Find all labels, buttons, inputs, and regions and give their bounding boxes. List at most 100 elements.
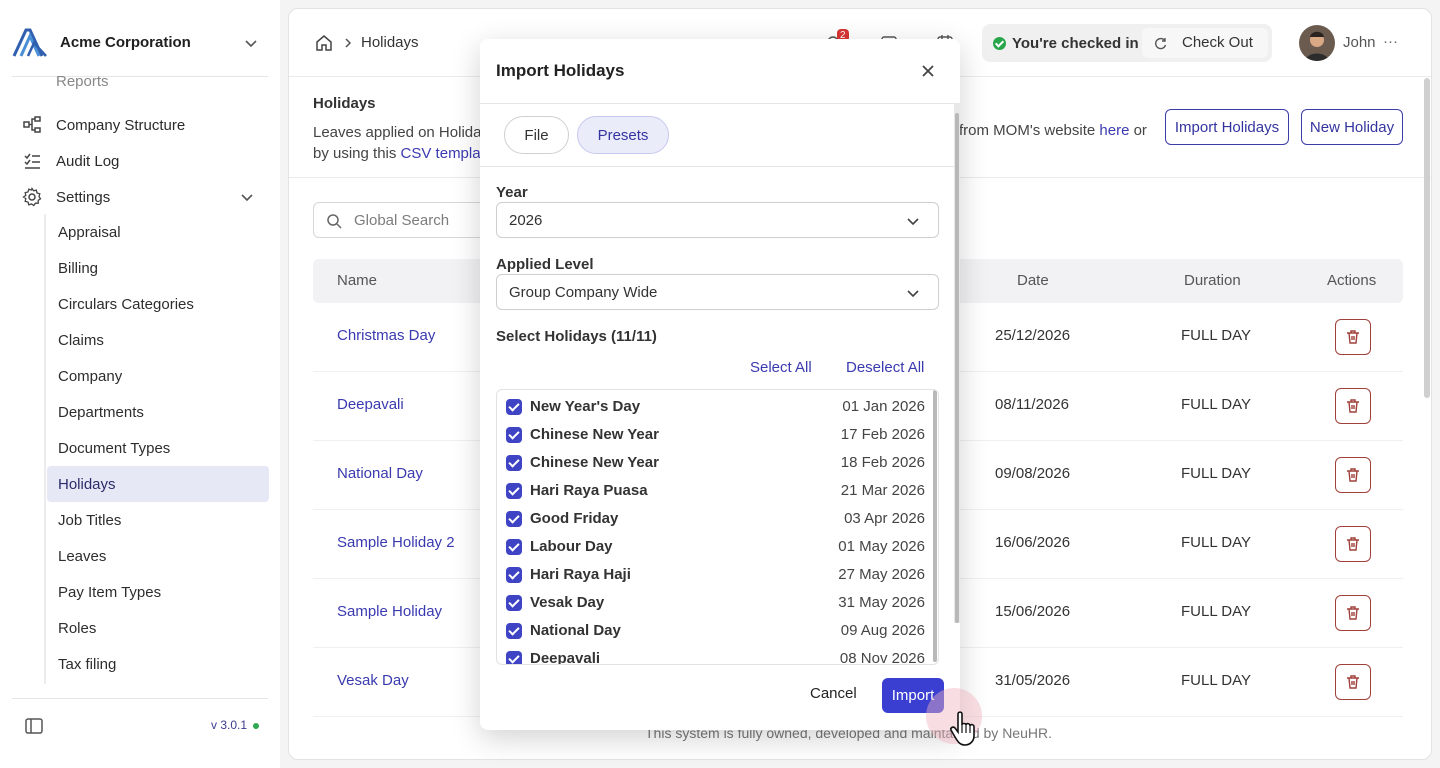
sidebar-item-settings[interactable]: Settings xyxy=(22,182,110,212)
select-all-button[interactable]: Select All xyxy=(750,359,812,376)
column-header-duration[interactable]: Duration xyxy=(1184,272,1241,289)
search-input[interactable]: Global Search xyxy=(313,202,493,238)
submenu-item-circulars-categories[interactable]: Circulars Categories xyxy=(47,286,269,322)
holiday-name-link[interactable]: Vesak Day xyxy=(337,672,409,689)
holiday-date: 03 Apr 2026 xyxy=(844,510,925,527)
checkbox[interactable] xyxy=(506,539,522,555)
submenu-item-leaves[interactable]: Leaves xyxy=(47,538,269,574)
checkbox[interactable] xyxy=(506,651,522,664)
tab-presets[interactable]: Presets xyxy=(577,116,669,154)
submenu-item-holidays[interactable]: Holidays xyxy=(47,466,269,502)
column-header-actions: Actions xyxy=(1327,272,1377,289)
new-holiday-button[interactable]: New Holiday xyxy=(1301,109,1403,145)
check-out-button[interactable]: Check Out xyxy=(1142,28,1268,58)
delete-button[interactable] xyxy=(1335,388,1371,424)
submenu-item-roles[interactable]: Roles xyxy=(47,610,269,646)
holiday-name-link[interactable]: National Day xyxy=(337,465,423,482)
checkbox[interactable] xyxy=(506,427,522,443)
holiday-date: 17 Feb 2026 xyxy=(840,426,925,443)
description-text: or xyxy=(1129,122,1147,139)
applied-level-select[interactable]: Group Company Wide xyxy=(496,274,939,310)
page-scrollbar[interactable] xyxy=(1424,78,1430,398)
checkbox[interactable] xyxy=(506,623,522,639)
dialog-scrollbar[interactable] xyxy=(954,103,960,623)
holiday-name: Hari Raya Puasa xyxy=(530,482,648,499)
list-item[interactable]: National Day 09 Aug 2026 xyxy=(497,617,933,645)
list-item[interactable]: Hari Raya Puasa 21 Mar 2026 xyxy=(497,477,933,505)
close-icon[interactable] xyxy=(918,61,938,81)
delete-button[interactable] xyxy=(1335,664,1371,700)
sidebar-item-company-structure[interactable]: Company Structure xyxy=(22,110,185,140)
holiday-name: Vesak Day xyxy=(530,594,605,611)
select-holidays-label: Select Holidays (11/11) xyxy=(496,328,657,345)
checkbox[interactable] xyxy=(506,483,522,499)
holiday-duration: FULL DAY xyxy=(1181,534,1252,551)
sidebar-item-audit-log[interactable]: Audit Log xyxy=(22,146,119,176)
holiday-name-link[interactable]: Christmas Day xyxy=(337,327,435,344)
holiday-name-link[interactable]: Sample Holiday 2 xyxy=(337,534,455,551)
sidebar-item-reports[interactable]: Reports xyxy=(22,74,109,102)
checkbox[interactable] xyxy=(506,595,522,611)
list-item[interactable]: Good Friday 03 Apr 2026 xyxy=(497,505,933,533)
holiday-duration: FULL DAY xyxy=(1181,672,1252,689)
avatar[interactable] xyxy=(1299,25,1335,61)
sidebar-item-label: Audit Log xyxy=(56,152,120,170)
holiday-duration: FULL DAY xyxy=(1181,327,1252,344)
company-switcher[interactable]: Acme Corporation xyxy=(12,22,268,62)
holiday-name-link[interactable]: Deepavali xyxy=(337,396,404,413)
description-text: by using this xyxy=(313,145,401,162)
submenu-item-billing[interactable]: Billing xyxy=(47,250,269,286)
mom-website-link[interactable]: here xyxy=(1099,122,1129,139)
checkbox[interactable] xyxy=(506,511,522,527)
year-select[interactable]: 2026 xyxy=(496,202,939,238)
column-header-name[interactable]: Name xyxy=(337,272,377,289)
holiday-date: 16/06/2026 xyxy=(995,534,1071,551)
holiday-date: 08 Nov 2026 xyxy=(839,650,925,665)
list-item[interactable]: Labour Day 01 May 2026 xyxy=(497,533,933,561)
delete-button[interactable] xyxy=(1335,319,1371,355)
submenu-item-document-types[interactable]: Document Types xyxy=(47,430,269,466)
checkbox[interactable] xyxy=(506,567,522,583)
delete-button[interactable] xyxy=(1335,595,1371,631)
list-item[interactable]: Deepavali 08 Nov 2026 xyxy=(497,645,933,665)
holiday-name: Deepavali xyxy=(530,650,601,665)
chevron-down-icon[interactable] xyxy=(238,188,256,206)
holiday-name-link[interactable]: Sample Holiday xyxy=(337,603,442,620)
checklist-scrollbar[interactable] xyxy=(933,390,937,662)
home-icon[interactable] xyxy=(314,33,334,53)
list-item[interactable]: Chinese New Year 17 Feb 2026 xyxy=(497,421,933,449)
delete-button[interactable] xyxy=(1335,457,1371,493)
holiday-date: 15/06/2026 xyxy=(995,603,1071,620)
holiday-date: 31/05/2026 xyxy=(995,672,1071,689)
submenu-item-company[interactable]: Company xyxy=(47,358,269,394)
submenu-item-job-titles[interactable]: Job Titles xyxy=(47,502,269,538)
csv-template-link[interactable]: CSV templat xyxy=(401,145,485,162)
submenu-item-tax-filing[interactable]: Tax filing xyxy=(47,646,269,682)
hand-cursor-icon xyxy=(950,711,975,746)
list-item[interactable]: Chinese New Year 18 Feb 2026 xyxy=(497,449,933,477)
cancel-button[interactable]: Cancel xyxy=(810,685,857,702)
import-holidays-button[interactable]: Import Holidays xyxy=(1165,109,1289,145)
submenu-item-pay-item-types[interactable]: Pay Item Types xyxy=(47,574,269,610)
checkbox[interactable] xyxy=(506,399,522,415)
holiday-name: Chinese New Year xyxy=(530,426,659,443)
user-name[interactable]: John xyxy=(1343,34,1376,51)
chevron-right-icon xyxy=(345,38,352,48)
checked-in-label: You're checked in xyxy=(1012,35,1139,52)
submenu-item-appraisal[interactable]: Appraisal xyxy=(47,214,269,250)
trash-icon xyxy=(1347,675,1359,689)
divider xyxy=(12,698,268,699)
submenu-item-claims[interactable]: Claims xyxy=(47,322,269,358)
deselect-all-button[interactable]: Deselect All xyxy=(846,359,924,376)
tab-file[interactable]: File xyxy=(504,116,569,154)
checkbox[interactable] xyxy=(506,455,522,471)
more-menu-icon[interactable]: ··· xyxy=(1383,33,1398,50)
list-item[interactable]: New Year's Day 01 Jan 2026 xyxy=(497,393,933,421)
list-item[interactable]: Vesak Day 31 May 2026 xyxy=(497,589,933,617)
sidebar-toggle-icon[interactable] xyxy=(24,716,44,736)
delete-button[interactable] xyxy=(1335,526,1371,562)
list-item[interactable]: Hari Raya Haji 27 May 2026 xyxy=(497,561,933,589)
column-header-date[interactable]: Date xyxy=(1017,272,1049,289)
chevron-down-icon[interactable] xyxy=(242,34,260,52)
submenu-item-departments[interactable]: Departments xyxy=(47,394,269,430)
